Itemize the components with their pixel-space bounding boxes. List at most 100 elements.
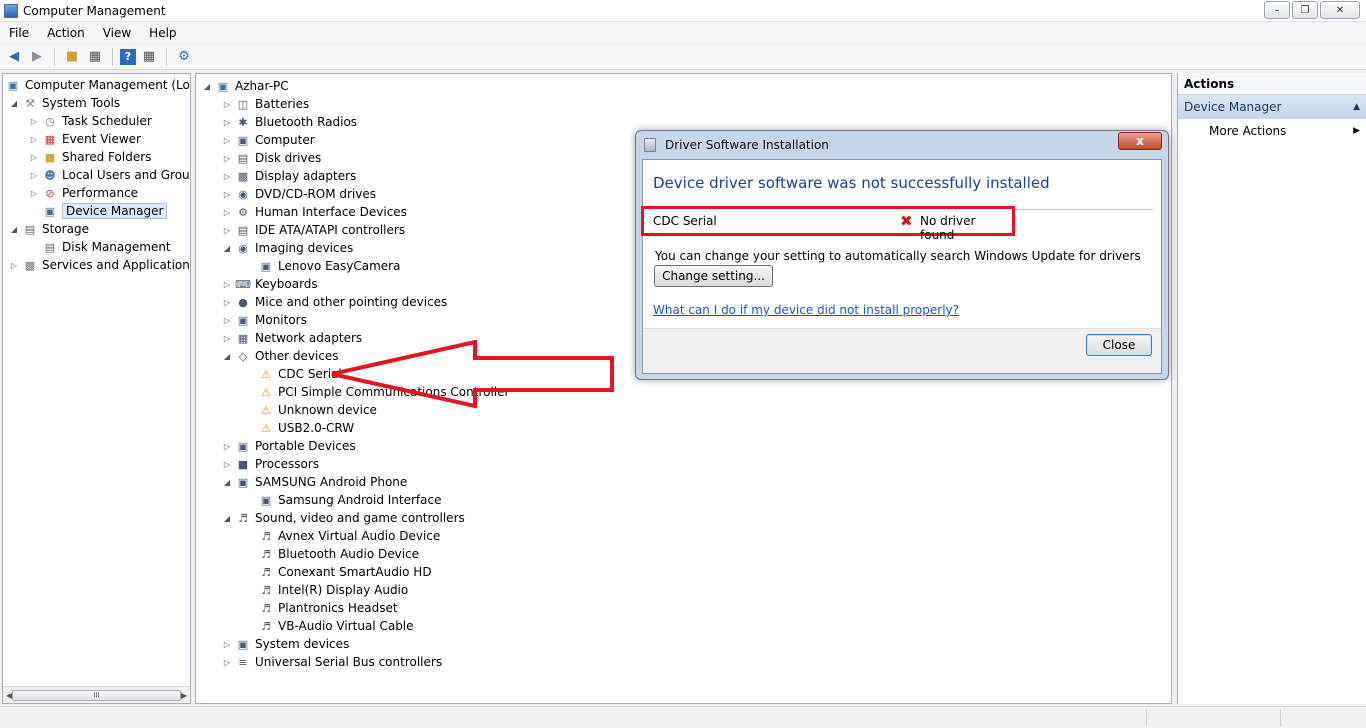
help-link[interactable]: What can I do if my device did not insta… [653, 303, 959, 317]
collapse-icon[interactable]: ◢ [222, 478, 232, 487]
device-lenovo-easycamera[interactable]: ▣ Lenovo EasyCamera [258, 257, 401, 275]
dialog-close-icon[interactable]: x [1118, 132, 1162, 150]
expand-icon[interactable]: ▷ [222, 136, 232, 145]
collapse-icon[interactable]: ◢ [222, 352, 232, 361]
menu-action[interactable]: Action [38, 26, 94, 40]
device-vb-audio-virtual-cable[interactable]: ♬ VB-Audio Virtual Cable [258, 617, 413, 635]
device-samsung-android-interface[interactable]: ▣ Samsung Android Interface [258, 491, 442, 509]
expand-icon[interactable]: ▷ [29, 153, 39, 162]
category-bluetooth-radios[interactable]: ▷ ✱ Bluetooth Radios [222, 113, 357, 131]
expand-icon[interactable]: ▷ [29, 135, 39, 144]
back-arrow-icon[interactable]: ◀ [4, 47, 24, 67]
device-avnex-virtual-audio-device[interactable]: ♬ Avnex Virtual Audio Device [258, 527, 440, 545]
collapse-up-icon[interactable]: ▲ [1353, 102, 1360, 112]
device-icon: ▣ [260, 493, 272, 507]
category-other-devices[interactable]: ◢ ◇ Other devices [222, 347, 339, 365]
category-imaging-devices[interactable]: ◢ ◉ Imaging devices [222, 239, 353, 257]
expand-icon[interactable]: ▷ [222, 442, 232, 451]
expand-icon[interactable]: ▷ [222, 172, 232, 181]
tree-event-viewer[interactable]: ▷ ▦ Event Viewer [29, 130, 141, 148]
status-divider [1146, 709, 1147, 727]
collapse-icon[interactable]: ◢ [202, 82, 212, 91]
close-button[interactable]: Close [1086, 334, 1152, 356]
expand-icon[interactable]: ▷ [222, 154, 232, 163]
device-intel-r-display-audio[interactable]: ♬ Intel(R) Display Audio [258, 581, 408, 599]
collapse-icon[interactable]: ◢ [222, 244, 232, 253]
menu-file[interactable]: File [0, 26, 38, 40]
device-pci-simple-communications-controller[interactable]: ⚠ PCI Simple Communications Controller [258, 383, 509, 401]
expand-icon[interactable]: ▷ [222, 640, 232, 649]
tree-device-manager[interactable]: ▣ Device Manager [42, 202, 168, 220]
expand-icon[interactable]: ▷ [222, 118, 232, 127]
expand-icon[interactable]: ▷ [9, 261, 19, 270]
category-ide-ata-atapi-controllers[interactable]: ▷ ▤ IDE ATA/ATAPI controllers [222, 221, 405, 239]
properties-icon[interactable]: ▦ [139, 47, 159, 67]
category-disk-drives[interactable]: ▷ ▤ Disk drives [222, 149, 321, 167]
scroll-right-icon[interactable]: ▶ [181, 691, 187, 700]
expand-icon[interactable]: ▷ [222, 190, 232, 199]
help-icon[interactable]: ? [120, 48, 136, 65]
category-network-adapters[interactable]: ▷ ▦ Network adapters [222, 329, 362, 347]
collapse-icon[interactable]: ◢ [9, 225, 19, 234]
device-label: SAMSUNG Android Phone [255, 475, 408, 489]
expand-icon[interactable]: ▷ [222, 460, 232, 469]
horizontal-scrollbar[interactable]: ◀ III ▶ [3, 686, 190, 703]
tree-performance[interactable]: ▷ ⊘ Performance [29, 184, 138, 202]
device-bluetooth-audio-device[interactable]: ♬ Bluetooth Audio Device [258, 545, 419, 563]
expand-icon[interactable]: ▷ [29, 117, 39, 126]
expand-icon[interactable]: ▷ [222, 658, 232, 667]
minimize-button[interactable]: – [1264, 1, 1290, 19]
category-keyboards[interactable]: ▷ ⌨ Keyboards [222, 275, 318, 293]
tree-services[interactable]: ▷ ▩ Services and Applications [9, 256, 190, 274]
actions-section-device-manager[interactable]: Device Manager ▲ [1178, 95, 1366, 119]
scroll-thumb[interactable]: III [12, 689, 181, 701]
device-plantronics-headset[interactable]: ♬ Plantronics Headset [258, 599, 398, 617]
category-sound-video-and-game-controllers[interactable]: ◢ ♬ Sound, video and game controllers [222, 509, 465, 527]
category-portable-devices[interactable]: ▷ ▣ Portable Devices [222, 437, 356, 455]
tree-root[interactable]: ▣ Computer Management (Local [5, 76, 190, 94]
scan-hardware-icon[interactable]: ⚙ [174, 47, 194, 67]
show-hide-tree-icon[interactable]: ▦ [85, 47, 105, 67]
category-mice-and-other-pointing-devices[interactable]: ▷ ● Mice and other pointing devices [222, 293, 447, 311]
tree-storage[interactable]: ◢ ▤ Storage [9, 220, 89, 238]
expand-icon[interactable]: ▷ [222, 316, 232, 325]
maximize-button[interactable]: ❐ [1292, 1, 1318, 19]
menu-help[interactable]: Help [140, 26, 185, 40]
device-cdc-serial[interactable]: ⚠ CDC Serial [258, 365, 342, 383]
forward-arrow-icon[interactable]: ▶ [27, 47, 47, 67]
menu-view[interactable]: View [94, 26, 140, 40]
expand-icon[interactable]: ▷ [222, 100, 232, 109]
category-processors[interactable]: ▷ ■ Processors [222, 455, 319, 473]
expand-icon[interactable]: ▷ [222, 280, 232, 289]
device-root[interactable]: ◢ ▣ Azhar-PC [202, 77, 289, 95]
category-monitors[interactable]: ▷ ▣ Monitors [222, 311, 307, 329]
category-display-adapters[interactable]: ▷ ▩ Display adapters [222, 167, 356, 185]
tree-system-tools[interactable]: ◢ ⚒ System Tools [9, 94, 120, 112]
tree-disk-management[interactable]: ▤ Disk Management [42, 238, 171, 256]
expand-icon[interactable]: ▷ [222, 334, 232, 343]
category-system-devices[interactable]: ▷ ▣ System devices [222, 635, 349, 653]
category-computer[interactable]: ▷ ▣ Computer [222, 131, 315, 149]
close-window-button[interactable]: ✕ [1320, 1, 1360, 19]
expand-icon[interactable]: ▷ [29, 171, 39, 180]
more-actions-item[interactable]: More Actions ▶ [1178, 119, 1366, 143]
category-samsung-android-phone[interactable]: ◢ ▣ SAMSUNG Android Phone [222, 473, 407, 491]
up-folder-icon[interactable]: ■ [62, 47, 82, 67]
category-universal-serial-bus-controllers[interactable]: ▷ ≡ Universal Serial Bus controllers [222, 653, 442, 671]
category-human-interface-devices[interactable]: ▷ ⚙ Human Interface Devices [222, 203, 407, 221]
expand-icon[interactable]: ▷ [29, 189, 39, 198]
collapse-icon[interactable]: ◢ [9, 99, 19, 108]
expand-icon[interactable]: ▷ [222, 226, 232, 235]
tree-shared-folders[interactable]: ▷ ■ Shared Folders [29, 148, 151, 166]
category-batteries[interactable]: ▷ ◫ Batteries [222, 95, 309, 113]
expand-icon[interactable]: ▷ [222, 298, 232, 307]
device-usb2-0-crw[interactable]: ⚠ USB2.0-CRW [258, 419, 354, 437]
category-dvd-cd-rom-drives[interactable]: ▷ ◉ DVD/CD-ROM drives [222, 185, 376, 203]
tree-task-scheduler[interactable]: ▷ ◷ Task Scheduler [29, 112, 152, 130]
collapse-icon[interactable]: ◢ [222, 514, 232, 523]
device-unknown-device[interactable]: ⚠ Unknown device [258, 401, 377, 419]
expand-icon[interactable]: ▷ [222, 208, 232, 217]
tree-local-users[interactable]: ▷ ☻ Local Users and Groups [29, 166, 190, 184]
device-conexant-smartaudio-hd[interactable]: ♬ Conexant SmartAudio HD [258, 563, 432, 581]
change-setting-button[interactable]: Change setting... [654, 265, 773, 287]
